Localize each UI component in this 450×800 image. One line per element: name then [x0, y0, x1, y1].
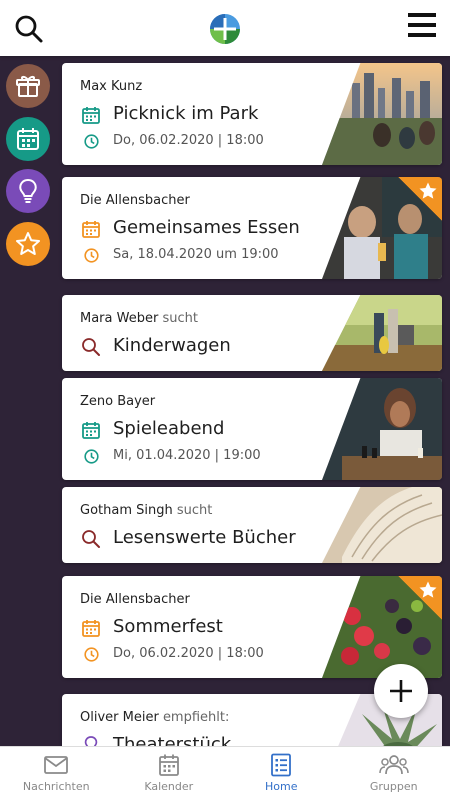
category-rail [0, 56, 56, 746]
clock-icon [84, 248, 99, 263]
nav-item-nachrichten[interactable]: Nachrichten [0, 747, 113, 800]
calendar-icon [17, 128, 39, 150]
home-list-icon [271, 753, 292, 777]
card-title: Picknick im Park [113, 103, 259, 124]
top-app-bar [0, 0, 450, 56]
card-title: Sommerfest [113, 616, 223, 637]
nav-item-home[interactable]: Home [225, 747, 338, 800]
feed-card-search[interactable]: Mara Weber sucht Kinderwagen [62, 295, 442, 371]
search-icon [82, 338, 100, 356]
feed-card-search[interactable]: Gotham Singh sucht Lesenswerte Bücher [62, 487, 442, 563]
people-icon [379, 755, 409, 775]
calendar-icon [158, 754, 179, 776]
card-title: Gemeinsames Essen [113, 217, 300, 238]
app-logo[interactable] [209, 13, 241, 45]
clock-icon [84, 134, 99, 149]
card-datetime: Mi, 01.04.2020 | 19:00 [113, 448, 261, 463]
calendar-icon [82, 620, 100, 637]
card-author: Mara Weber sucht [80, 311, 198, 326]
nav-label: Gruppen [369, 780, 418, 793]
card-author: Gotham Singh sucht [80, 503, 213, 518]
feed-card-event[interactable]: Die Allensbacher Gemeinsames Essen Sa, 1… [62, 177, 442, 279]
card-title: Spieleabend [113, 418, 225, 439]
rail-idea-button[interactable] [6, 169, 50, 213]
card-photo [322, 63, 442, 165]
star-icon [16, 232, 40, 255]
feed-card-event[interactable]: Zeno Bayer Spieleabend Mi, 01.04.2020 | … [62, 378, 442, 480]
feed-card-event[interactable]: Max Kunz Picknick im Park Do, 06.02.2020… [62, 63, 442, 165]
bottom-navigation: Nachrichten Kalender Home Gruppen [0, 746, 450, 800]
card-datetime: Sa, 18.04.2020 um 19:00 [113, 247, 279, 262]
card-author: Die Allensbacher [80, 592, 190, 607]
search-icon[interactable] [14, 14, 44, 44]
calendar-icon [82, 221, 100, 238]
mail-icon [44, 756, 69, 774]
add-button[interactable] [374, 664, 428, 718]
nav-item-kalender[interactable]: Kalender [113, 747, 226, 800]
calendar-icon [82, 107, 100, 124]
gift-icon [16, 76, 40, 97]
rail-favorites-button[interactable] [6, 222, 50, 266]
card-title: Kinderwagen [113, 335, 231, 356]
nav-label: Home [265, 780, 298, 793]
hamburger-menu-icon[interactable] [408, 12, 436, 38]
card-author: Zeno Bayer [80, 394, 156, 409]
card-photo [322, 378, 442, 480]
star-icon [419, 182, 437, 199]
rail-calendar-button[interactable] [6, 117, 50, 161]
card-photo [322, 295, 442, 371]
card-datetime: Do, 06.02.2020 | 18:00 [113, 646, 264, 661]
lightbulb-icon [19, 178, 37, 203]
card-author: Oliver Meier empfiehlt: [80, 710, 230, 725]
nav-label: Nachrichten [22, 780, 90, 793]
clock-icon [84, 647, 99, 662]
card-datetime: Do, 06.02.2020 | 18:00 [113, 133, 264, 148]
calendar-icon [82, 422, 100, 439]
featured-badge [398, 177, 442, 221]
nav-label: Kalender [144, 780, 194, 793]
card-author: Max Kunz [80, 79, 143, 94]
plus-icon [390, 680, 412, 702]
nav-item-gruppen[interactable]: Gruppen [338, 747, 450, 800]
card-photo [322, 487, 442, 563]
search-icon [82, 530, 100, 548]
featured-badge [398, 576, 442, 620]
card-title: Lesenswerte Bücher [113, 527, 296, 548]
card-author: Die Allensbacher [80, 193, 190, 208]
rail-gift-button[interactable] [6, 64, 50, 108]
feed-card-event[interactable]: Die Allensbacher Sommerfest Do, 06.02.20… [62, 576, 442, 678]
clock-icon [84, 449, 99, 464]
star-icon [419, 581, 437, 598]
